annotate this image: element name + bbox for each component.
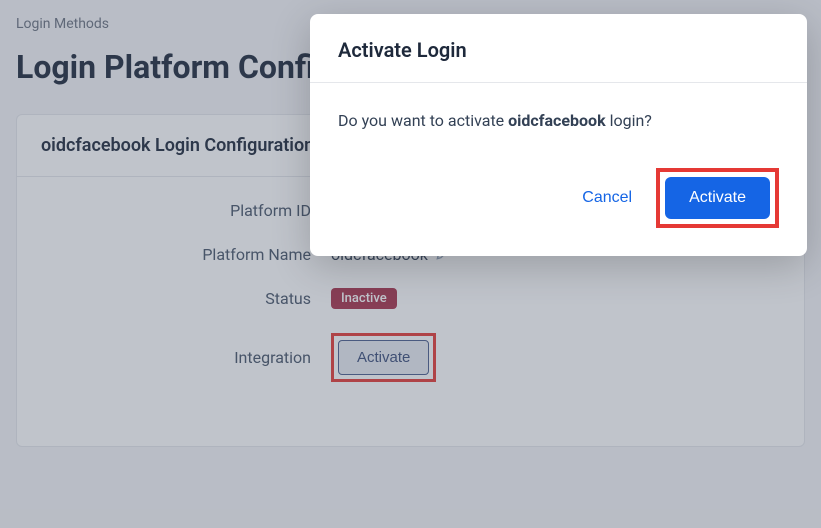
modal-prompt-suffix: login? [606, 111, 652, 130]
modal-prompt-subject: oidcfacebook [508, 111, 605, 130]
cancel-button[interactable]: Cancel [582, 189, 632, 207]
confirm-activate-button[interactable]: Activate [665, 177, 770, 219]
modal-prompt-prefix: Do you want to activate [338, 111, 508, 130]
highlight-confirm: Activate [656, 168, 779, 228]
modal-title: Activate Login [338, 38, 779, 62]
modal-body: Do you want to activate oidcfacebook log… [310, 83, 807, 158]
activate-login-modal: Activate Login Do you want to activate o… [310, 14, 807, 256]
